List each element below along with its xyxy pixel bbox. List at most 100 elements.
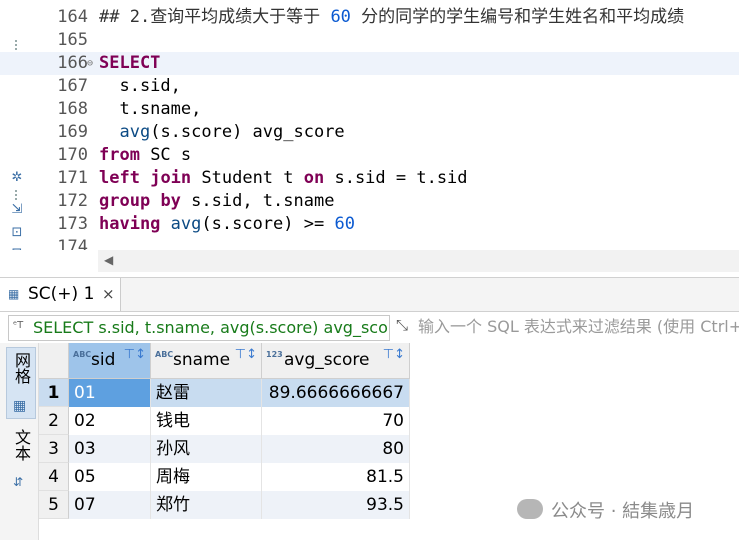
- code-line[interactable]: 168 t.sname,: [0, 98, 739, 121]
- line-number: 173: [57, 214, 88, 234]
- row-number[interactable]: 3: [39, 435, 69, 463]
- code-line[interactable]: 171 left join Student t on s.sid = t.sid: [0, 167, 739, 190]
- cell-avg-score[interactable]: 70: [262, 407, 410, 435]
- cell-sid[interactable]: 01: [69, 379, 151, 407]
- code-text: s.sid,: [99, 75, 181, 98]
- code-token: s.sid = t.sid: [324, 168, 468, 188]
- row-number[interactable]: 5: [39, 491, 69, 519]
- filter-bar: ᵉT SELECT s.sid, t.sname, avg(s.score) a…: [8, 315, 739, 341]
- line-number: 169: [57, 122, 88, 142]
- number-type-icon: 123: [266, 350, 283, 359]
- sort-filter-icon[interactable]: ⊤↕: [124, 347, 146, 362]
- row-number[interactable]: 2: [39, 407, 69, 435]
- results-tab-bar: ▦ SC(+) 1 ×: [0, 277, 739, 312]
- tab-grid-view[interactable]: 网格 ▦: [6, 347, 36, 419]
- row-number[interactable]: 1: [39, 379, 69, 407]
- line-number: 170: [57, 145, 88, 165]
- line-number: 167: [57, 76, 88, 96]
- query-text-box[interactable]: ᵉT SELECT s.sid, t.sname, avg(s.score) a…: [8, 315, 390, 341]
- code-token: SELECT: [99, 53, 161, 73]
- line-number: 171: [57, 168, 88, 188]
- wechat-icon: [517, 499, 543, 519]
- query-text: SELECT s.sid, t.sname, avg(s.score) avg_…: [33, 318, 389, 337]
- code-text: SELECT: [99, 52, 160, 75]
- column-header-avg-score[interactable]: 123 avg_score ⊤↕: [262, 343, 410, 379]
- code-token: ## 2.: [99, 7, 151, 27]
- code-token: (s.score) >=: [201, 214, 335, 234]
- scroll-left-icon[interactable]: ◀: [104, 253, 113, 267]
- cell-avg-score[interactable]: 89.6666666667: [262, 379, 410, 407]
- code-token: t.sname,: [99, 99, 202, 119]
- close-icon[interactable]: ×: [102, 285, 115, 303]
- cell-sname[interactable]: 钱电: [151, 407, 262, 435]
- tab-label: SC(+) 1: [28, 284, 95, 304]
- editor-horizontal-scrollbar[interactable]: ◀: [98, 250, 739, 272]
- cell-sname[interactable]: 赵雷: [151, 379, 262, 407]
- expand-icon[interactable]: ⤡: [396, 316, 408, 334]
- code-line[interactable]: 173 having avg(s.score) >= 60: [0, 213, 739, 236]
- code-token: left: [99, 168, 140, 188]
- cell-sid[interactable]: 05: [69, 463, 151, 491]
- code-line[interactable]: 172 group by s.sid, t.sname: [0, 190, 739, 213]
- line-number: 168: [57, 99, 88, 119]
- fold-toggle-icon[interactable]: ⊖: [87, 52, 93, 75]
- cell-sname[interactable]: 周梅: [151, 463, 262, 491]
- code-line[interactable]: 164 ## 2.查询平均成绩大于等于 60 分的同学的学生编号和学生姓名和平均成…: [0, 6, 739, 29]
- column-header-sid[interactable]: ABC sid ⊤↕: [69, 343, 151, 379]
- line-number: 166: [57, 53, 88, 73]
- line-number: 165: [57, 30, 88, 50]
- cell-avg-score[interactable]: 81.5: [262, 463, 410, 491]
- code-line[interactable]: 166 ⊖ SELECT: [0, 52, 739, 75]
- code-token: avg: [170, 214, 202, 234]
- string-type-icon: ABC: [155, 350, 174, 359]
- code-text: group by s.sid, t.sname: [99, 190, 334, 213]
- code-token: 60: [334, 214, 355, 234]
- text-tab-label: 文本: [12, 429, 31, 461]
- code-token: group: [99, 191, 151, 211]
- code-line[interactable]: 174: [0, 236, 739, 250]
- sort-filter-icon[interactable]: ⊤↕: [235, 347, 257, 362]
- filter-input[interactable]: 输入一个 SQL 表达式来过滤结果 (使用 Ctrl+Space): [418, 315, 739, 339]
- code-token: on: [303, 168, 325, 188]
- grid-tab-label: 网格: [12, 352, 31, 384]
- grid-corner[interactable]: [39, 343, 69, 379]
- watermark: 公众号 · 結集歳月: [517, 497, 727, 523]
- sql-icon: ᵉT: [13, 320, 24, 331]
- line-number: 174: [57, 237, 88, 250]
- text-view-icon: ⇵: [13, 475, 24, 489]
- tab-results-sc[interactable]: ▦ SC(+) 1 ×: [0, 278, 121, 311]
- cell-avg-score[interactable]: 93.5: [262, 491, 410, 519]
- column-header-sname[interactable]: ABC sname ⊤↕: [151, 343, 262, 379]
- cell-sid[interactable]: 07: [69, 491, 151, 519]
- table-icon: ▦: [8, 287, 20, 301]
- string-type-icon: ABC: [73, 350, 92, 359]
- row-number[interactable]: 4: [39, 463, 69, 491]
- code-text: left join Student t on s.sid = t.sid: [99, 167, 468, 190]
- sql-editor[interactable]: ✲ ⇲ ⊡ ⊠ 164## 2.查询平均成绩大于等于 60 分的同学的学生编号和…: [0, 0, 739, 250]
- cell-sid[interactable]: 02: [69, 407, 151, 435]
- cell-sname[interactable]: 郑竹: [151, 491, 262, 519]
- sort-filter-icon[interactable]: ⊤↕: [383, 347, 405, 362]
- code-line[interactable]: 165: [0, 29, 739, 52]
- code-text: having avg(s.score) >= 60: [99, 213, 355, 236]
- code-line[interactable]: 167 s.sid,: [0, 75, 739, 98]
- code-token: 分的同学的学生编号和学生姓名和平均成绩: [350, 7, 685, 27]
- grid-icon: ▦: [13, 398, 27, 414]
- code-token: s.sid,: [99, 76, 181, 96]
- code-token: join: [150, 168, 192, 188]
- cell-avg-score[interactable]: 80: [262, 435, 410, 463]
- code-token: 60: [330, 7, 351, 27]
- tab-text-view[interactable]: 文本 ⇵: [10, 429, 32, 499]
- code-line[interactable]: 169 avg(s.score) avg_score: [0, 121, 739, 144]
- code-text: ## 2.查询平均成绩大于等于 60 分的同学的学生编号和学生姓名和平均成绩: [99, 6, 684, 29]
- cell-sid[interactable]: 03: [69, 435, 151, 463]
- code-line[interactable]: 170 from SC s: [0, 144, 739, 167]
- line-number: 164: [57, 7, 88, 27]
- cell-sname[interactable]: 孙风: [151, 435, 262, 463]
- code-text: t.sname,: [99, 98, 201, 121]
- code-token: SC s: [139, 145, 192, 165]
